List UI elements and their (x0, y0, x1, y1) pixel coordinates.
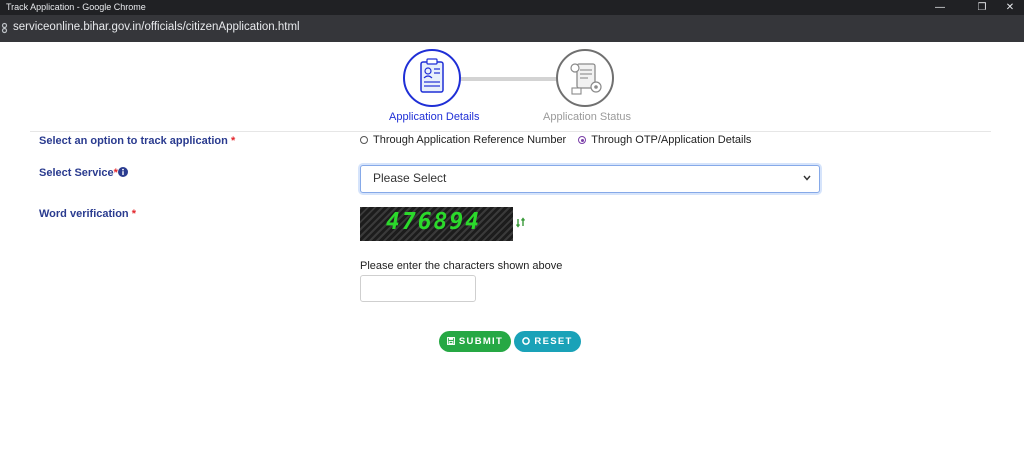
site-info-icon[interactable] (0, 22, 9, 37)
address-bar[interactable]: serviceonline.bihar.gov.in/officials/cit… (0, 15, 1024, 42)
captcha-hint: Please enter the characters shown above (360, 260, 563, 272)
track-option-label: Select an option to track application * (39, 135, 236, 147)
select-service-label: Select Service* (39, 167, 128, 179)
close-window-button[interactable]: ✕ (996, 0, 1024, 15)
refresh-icon[interactable] (515, 217, 526, 231)
required-marker: * (131, 208, 136, 220)
step-application-details[interactable] (403, 49, 461, 107)
reset-button[interactable]: RESET (514, 331, 581, 352)
restore-button[interactable]: ❐ (968, 0, 996, 15)
status-settings-icon (570, 63, 602, 95)
captcha-text: 476894 (386, 209, 482, 235)
step-connector (461, 77, 556, 81)
radio-option-reference-number[interactable]: Through Application Reference Number (360, 134, 566, 146)
service-select-value[interactable]: Please Select (373, 171, 446, 185)
track-option-radio-group: Through Application Reference Number Thr… (360, 134, 763, 146)
step-application-status[interactable] (556, 49, 614, 107)
word-verification-label: Word verification * (39, 208, 136, 220)
required-marker: * (230, 135, 236, 147)
service-select[interactable]: Please Select (360, 165, 820, 193)
captcha-input[interactable] (360, 275, 476, 302)
reset-circle-icon (522, 337, 531, 345)
section-divider (30, 131, 991, 132)
save-icon (446, 337, 455, 345)
submit-button[interactable]: SUBMIT (439, 331, 511, 352)
page-content: Application Details Application Status S… (0, 42, 1024, 465)
step-label-application-details[interactable]: Application Details (389, 111, 480, 123)
captcha-image: 476894 (360, 207, 513, 241)
radio-button[interactable] (360, 136, 368, 144)
radio-button-selected[interactable] (578, 136, 587, 144)
chevron-down-icon[interactable] (803, 166, 811, 201)
window-title: Track Application - Google Chrome (6, 2, 146, 12)
browser-title-bar: Track Application - Google Chrome — ❐ ✕ (0, 0, 1024, 15)
minimize-button[interactable]: — (926, 0, 954, 15)
info-icon[interactable] (117, 167, 128, 177)
step-label-application-status[interactable]: Application Status (543, 111, 631, 123)
application-form-icon (420, 58, 444, 93)
radio-option-otp-details[interactable]: Through OTP/Application Details (578, 134, 751, 146)
url-text[interactable]: serviceonline.bihar.gov.in/officials/cit… (13, 21, 300, 33)
